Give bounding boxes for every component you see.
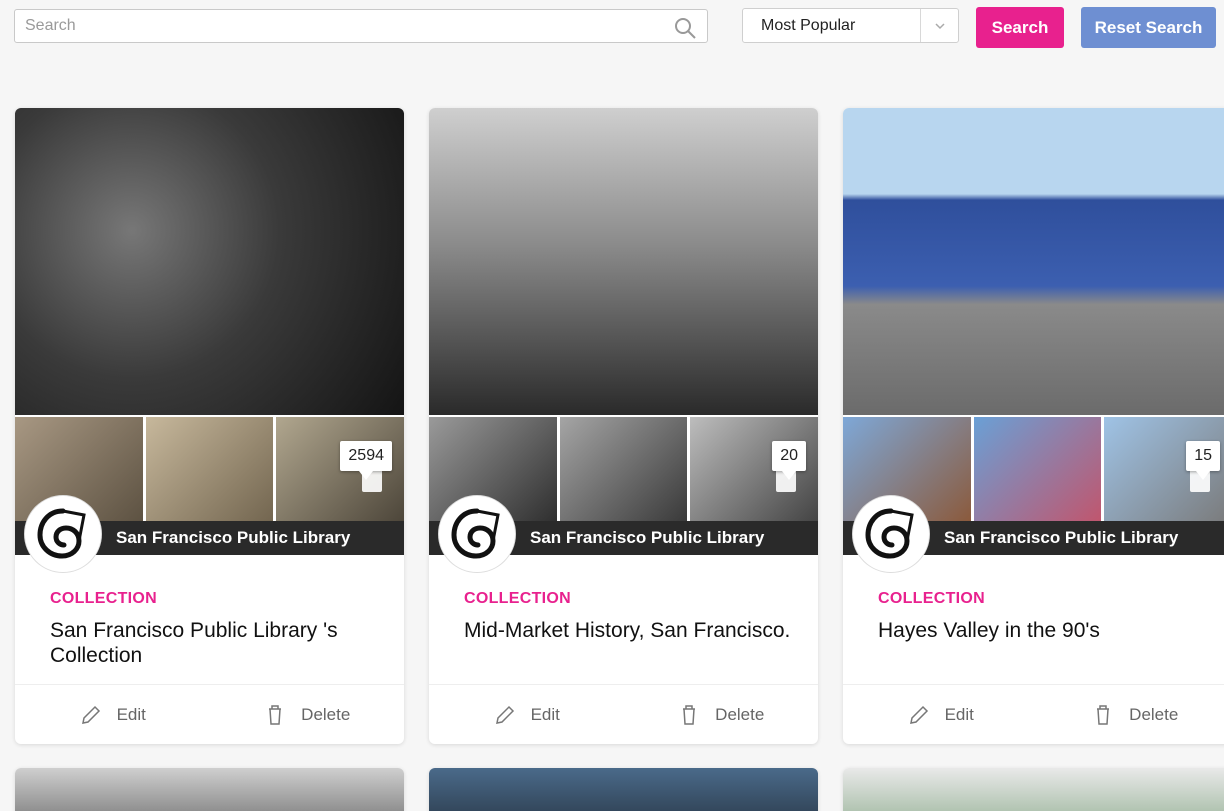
delete-label: Delete	[301, 704, 351, 724]
thumbnail-image	[145, 417, 274, 521]
thumbnail-image	[559, 417, 688, 521]
delete-label: Delete	[715, 704, 765, 724]
pencil-icon	[909, 705, 928, 724]
delete-button[interactable]: Delete	[624, 685, 819, 744]
card-actions: Edit Delete	[429, 684, 818, 744]
collection-card[interactable]	[15, 768, 404, 811]
card-actions: Edit Delete	[15, 684, 404, 744]
trash-icon	[1097, 704, 1110, 725]
sort-select[interactable]: Most Popular	[742, 8, 959, 43]
delete-button[interactable]: Delete	[210, 685, 405, 744]
card-hero-image[interactable]	[15, 108, 404, 415]
edit-button[interactable]: Edit	[843, 685, 1038, 744]
search-icon[interactable]	[673, 16, 697, 40]
collection-card[interactable]: 15 San Francisco Public Library COLLECTI…	[843, 108, 1224, 744]
card-type-label: COLLECTION	[878, 590, 985, 607]
edit-button[interactable]: Edit	[429, 685, 624, 744]
delete-button[interactable]: Delete	[1038, 685, 1224, 744]
collection-card[interactable]	[429, 768, 818, 811]
trash-icon	[683, 704, 696, 725]
thumbnail-image	[973, 417, 1102, 521]
card-hero-image[interactable]	[843, 108, 1224, 415]
edit-label: Edit	[530, 704, 560, 724]
item-count-badge: 20	[772, 441, 806, 480]
pencil-icon	[81, 705, 100, 724]
card-hero-image[interactable]	[15, 768, 404, 811]
collection-card[interactable]: 2594 San Francisco Public Library COLLEC…	[15, 108, 404, 744]
library-logo-icon[interactable]	[439, 496, 515, 572]
card-title[interactable]: Hayes Valley in the 90's	[878, 618, 1212, 643]
item-count-badge: 15	[1186, 441, 1220, 480]
edit-button[interactable]: Edit	[15, 685, 210, 744]
pencil-icon	[495, 705, 514, 724]
trash-icon	[269, 704, 282, 725]
library-logo-icon[interactable]	[853, 496, 929, 572]
collection-card[interactable]: 20 San Francisco Public Library COLLECTI…	[429, 108, 818, 744]
delete-label: Delete	[1129, 704, 1179, 724]
search-input[interactable]	[15, 10, 707, 42]
card-type-label: COLLECTION	[50, 590, 157, 607]
card-hero-image[interactable]	[429, 108, 818, 415]
collection-card[interactable]	[843, 768, 1224, 811]
chevron-down-icon[interactable]	[920, 9, 958, 42]
edit-label: Edit	[944, 704, 974, 724]
reset-search-button[interactable]: Reset Search	[1081, 7, 1216, 48]
edit-label: Edit	[116, 704, 146, 724]
card-title[interactable]: San Francisco Public Library 's Collecti…	[50, 618, 384, 668]
item-count-badge: 2594	[340, 441, 392, 480]
card-type-label: COLLECTION	[464, 590, 571, 607]
search-box	[14, 9, 708, 43]
search-button[interactable]: Search	[976, 7, 1064, 48]
sort-select-value: Most Popular	[761, 16, 856, 34]
card-actions: Edit Delete	[843, 684, 1224, 744]
card-hero-image[interactable]	[843, 768, 1224, 811]
card-title[interactable]: Mid-Market History, San Francisco.	[464, 618, 798, 643]
card-hero-image[interactable]	[429, 768, 818, 811]
library-logo-icon[interactable]	[25, 496, 101, 572]
